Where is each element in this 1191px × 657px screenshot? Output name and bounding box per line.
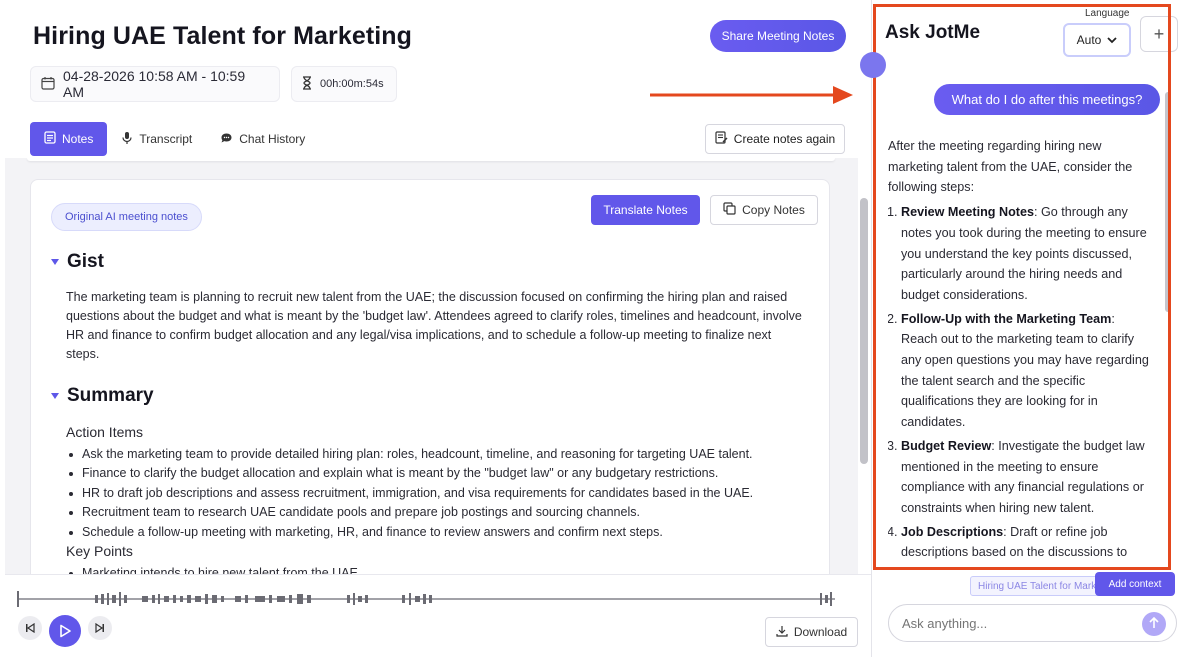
answer-step-title: Follow-Up with the Marketing Team bbox=[901, 311, 1112, 326]
play-icon bbox=[60, 624, 71, 638]
audio-waveform[interactable] bbox=[17, 587, 835, 611]
tab-notes[interactable]: Notes bbox=[30, 122, 108, 156]
answer-steps: Review Meeting Notes: Go through any not… bbox=[888, 202, 1153, 561]
download-button[interactable]: Download bbox=[765, 617, 858, 647]
answer-step: Follow-Up with the Marketing Team: Reach… bbox=[901, 309, 1153, 433]
skip-back-icon bbox=[26, 623, 35, 633]
new-chat-button[interactable]: + bbox=[1140, 16, 1178, 52]
tab-chat-history-label: Chat History bbox=[239, 132, 306, 146]
notes-scrollbar[interactable] bbox=[859, 158, 869, 574]
collapse-caret-icon bbox=[51, 259, 59, 265]
gist-heading[interactable]: Gist bbox=[51, 251, 104, 273]
chevron-down-icon bbox=[1107, 33, 1117, 47]
calendar-icon bbox=[41, 76, 55, 93]
chat-icon bbox=[220, 132, 233, 147]
app-window: Hiring UAE Talent for Marketing Share Me… bbox=[0, 0, 1191, 657]
play-button[interactable] bbox=[49, 615, 81, 647]
answer-step: Budget Review: Investigate the budget la… bbox=[901, 436, 1153, 519]
list-item: Schedule a follow-up meeting with market… bbox=[66, 523, 826, 542]
arrow-up-icon bbox=[1148, 616, 1160, 632]
answer-step-title: Review Meeting Notes bbox=[901, 205, 1034, 220]
copy-notes-label: Copy Notes bbox=[742, 203, 805, 217]
meeting-duration-text: 00h:00m:54s bbox=[320, 78, 384, 90]
key-points-list: Marketing intends to hire new talent fro… bbox=[66, 564, 826, 574]
meeting-duration-chip: 00h:00m:54s bbox=[291, 66, 397, 102]
meeting-date-text: 04-28-2026 10:58 AM - 10:59 AM bbox=[63, 68, 246, 100]
gist-text: The marketing team is planning to recrui… bbox=[66, 290, 802, 361]
tab-chat-history[interactable]: Chat History bbox=[206, 122, 319, 156]
collapse-caret-icon bbox=[51, 393, 59, 399]
notes-card: Original AI meeting notes Translate Note… bbox=[30, 179, 830, 574]
summary-heading[interactable]: Summary bbox=[51, 385, 154, 407]
answer-intro: After the meeting regarding hiring new m… bbox=[888, 139, 1133, 195]
key-points-label: Key Points bbox=[66, 543, 133, 559]
chat-scrollbar-thumb[interactable] bbox=[1165, 92, 1171, 312]
copy-icon bbox=[723, 202, 736, 218]
context-chip[interactable]: Hiring UAE Talent for Marketing bbox=[970, 576, 1110, 596]
notes-icon bbox=[44, 131, 56, 147]
plus-icon: + bbox=[1153, 23, 1165, 44]
page-title: Hiring UAE Talent for Marketing bbox=[33, 22, 413, 50]
list-item: Recruitment team to research UAE candida… bbox=[66, 503, 826, 522]
ask-jotme-pane: Ask JotMe Language Auto + What do I do a… bbox=[873, 0, 1191, 657]
skip-back-button[interactable] bbox=[18, 616, 42, 640]
copy-notes-button[interactable]: Copy Notes bbox=[710, 195, 818, 225]
user-message: What do I do after this meetings? bbox=[934, 84, 1160, 115]
audio-player: Download bbox=[5, 574, 871, 657]
create-notes-again-button[interactable]: Create notes again bbox=[705, 124, 845, 154]
translate-notes-button[interactable]: Translate Notes bbox=[591, 195, 700, 225]
summary-heading-text: Summary bbox=[67, 385, 154, 406]
action-items-list: Ask the marketing team to provide detail… bbox=[66, 445, 826, 542]
list-item: Marketing intends to hire new talent fro… bbox=[66, 564, 826, 574]
send-button[interactable] bbox=[1142, 612, 1166, 636]
skip-forward-button[interactable] bbox=[88, 616, 112, 640]
answer-step-title: Job Descriptions bbox=[901, 524, 1004, 539]
list-item: HR to draft job descriptions and assess … bbox=[66, 484, 826, 503]
tab-transcript[interactable]: Transcript bbox=[107, 122, 206, 156]
ask-input[interactable] bbox=[888, 604, 1177, 642]
notes-tabs: Notes Transcript Chat History bbox=[30, 122, 319, 156]
answer-step-text: : Go through any notes you took during t… bbox=[901, 205, 1147, 302]
meeting-date-chip: 04-28-2026 10:58 AM - 10:59 AM bbox=[30, 66, 280, 102]
mic-icon bbox=[121, 131, 133, 148]
answer-step-text: : Reach out to the marketing team to cla… bbox=[901, 311, 1149, 430]
answer-step-title: Budget Review bbox=[901, 438, 992, 453]
tab-notes-label: Notes bbox=[62, 132, 94, 146]
language-label: Language bbox=[1085, 8, 1130, 19]
hourglass-icon bbox=[302, 75, 312, 93]
share-meeting-notes-button[interactable]: Share Meeting Notes bbox=[710, 20, 846, 52]
download-icon bbox=[776, 625, 788, 640]
pane-resize-handle[interactable] bbox=[860, 52, 886, 78]
language-select-value: Auto bbox=[1076, 33, 1102, 47]
create-notes-again-label: Create notes again bbox=[733, 132, 836, 146]
answer-step: Review Meeting Notes: Go through any not… bbox=[901, 202, 1153, 306]
list-item: Ask the marketing team to provide detail… bbox=[66, 445, 826, 464]
skip-forward-icon bbox=[95, 623, 104, 633]
ask-jotme-title: Ask JotMe bbox=[885, 22, 981, 43]
answer-step: Job Descriptions: Draft or refine job de… bbox=[901, 522, 1153, 561]
download-label: Download bbox=[793, 625, 848, 639]
action-items-label: Action Items bbox=[66, 424, 144, 440]
annotation-arrow-icon bbox=[650, 86, 853, 104]
gist-heading-text: Gist bbox=[67, 251, 104, 272]
add-context-button[interactable]: Add context bbox=[1095, 572, 1175, 596]
assistant-answer: After the meeting regarding hiring new m… bbox=[888, 136, 1153, 561]
list-item: Finance to clarify the budget allocation… bbox=[66, 464, 826, 483]
language-select[interactable]: Auto bbox=[1063, 23, 1131, 57]
original-notes-chip[interactable]: Original AI meeting notes bbox=[51, 203, 202, 231]
notes-edit-icon bbox=[715, 131, 728, 147]
notes-scrollbar-thumb[interactable] bbox=[860, 198, 868, 464]
tab-transcript-label: Transcript bbox=[139, 132, 193, 146]
previous-card-edge bbox=[27, 158, 835, 161]
notes-content-area: Original AI meeting notes Translate Note… bbox=[5, 158, 858, 574]
